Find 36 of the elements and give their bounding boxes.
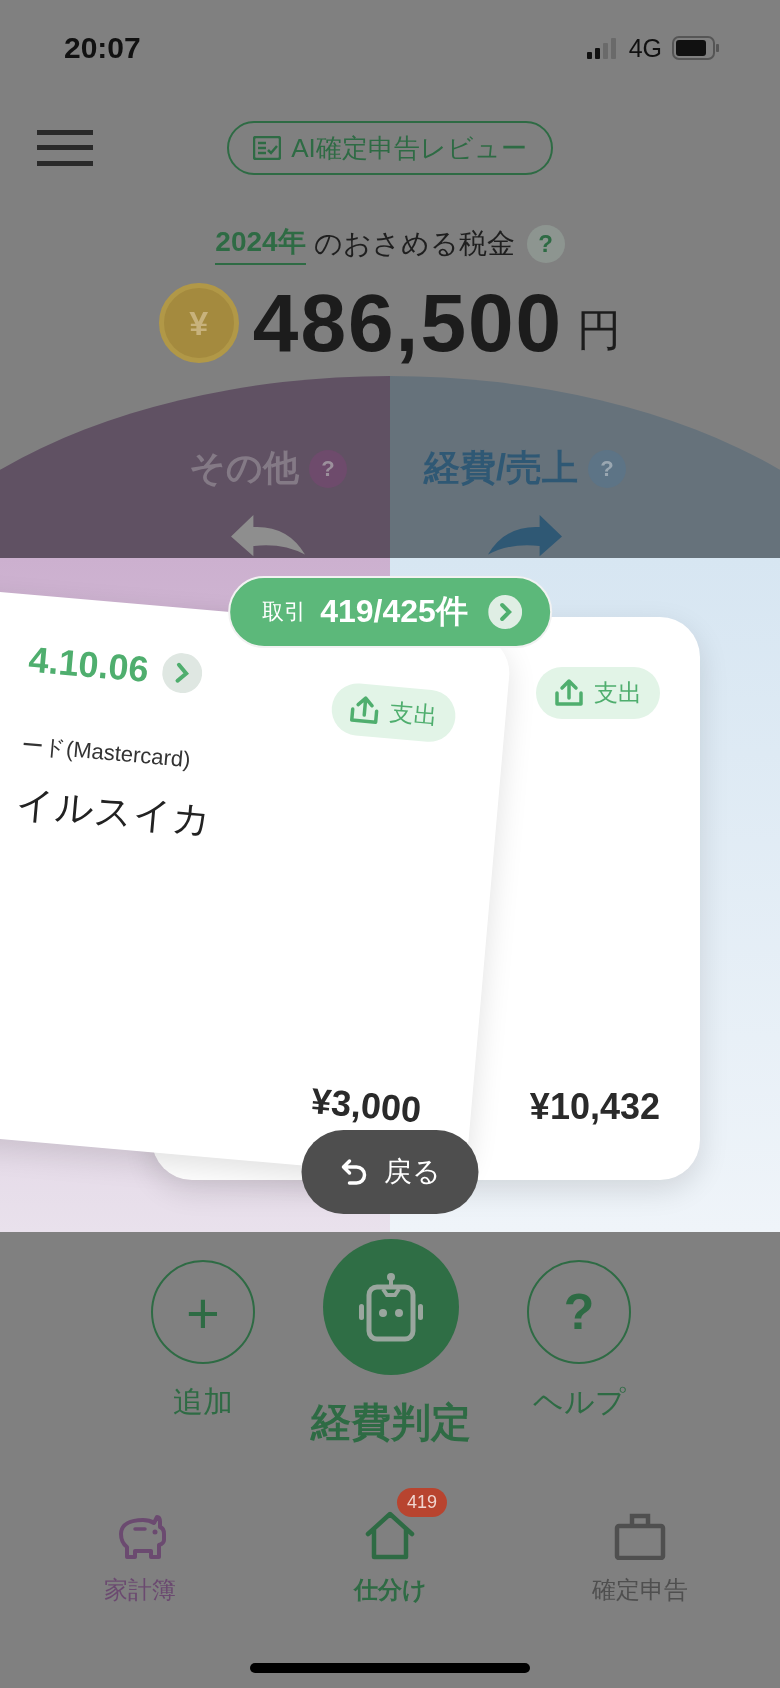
ai-review-button[interactable]: AI確定申告レビュー bbox=[227, 121, 553, 175]
expense-tag: 支出 bbox=[329, 681, 458, 744]
card-date: 4.10.06 bbox=[26, 638, 151, 692]
tab[interactable]: 419 仕分け bbox=[265, 1480, 515, 1606]
expense-tag: 支出 bbox=[536, 667, 660, 719]
chevron-right-icon bbox=[487, 595, 522, 629]
card-amount: ¥10,432 bbox=[529, 1086, 660, 1128]
card-account: ード(Mastercard) bbox=[20, 731, 193, 775]
year-selector[interactable]: 2024年 bbox=[215, 223, 306, 265]
network-label: 4G bbox=[628, 33, 662, 63]
add-button[interactable]: + bbox=[151, 1260, 255, 1364]
checklist-icon bbox=[253, 136, 282, 160]
robot-icon bbox=[356, 1272, 426, 1342]
house-icon bbox=[365, 1510, 415, 1560]
upload-icon bbox=[348, 693, 381, 727]
tax-amount: 486,500 bbox=[252, 276, 564, 370]
action-label: 追加 bbox=[173, 1384, 233, 1420]
help-badge[interactable]: ? bbox=[526, 225, 565, 263]
chevron-right-icon[interactable] bbox=[160, 651, 204, 695]
transaction-count-toast[interactable]: 取引 419/425件 bbox=[228, 576, 552, 648]
count-badge: 419 bbox=[397, 1488, 448, 1517]
menu-icon[interactable] bbox=[37, 130, 93, 166]
battery-icon bbox=[672, 36, 720, 60]
currency-unit: 円 bbox=[577, 304, 622, 356]
tax-label: のおさめる税金 bbox=[313, 227, 515, 261]
action-label: 経費判定 bbox=[311, 1399, 471, 1446]
card-amount: ¥3,000 bbox=[309, 1080, 423, 1132]
help-button[interactable]: ? bbox=[527, 1260, 631, 1364]
action-label: ヘルプ bbox=[532, 1384, 626, 1420]
upload-icon bbox=[554, 678, 584, 708]
undo-toast[interactable]: 戻る bbox=[301, 1130, 479, 1214]
signal-icon bbox=[586, 37, 619, 59]
briefcase-icon bbox=[614, 1512, 666, 1560]
card-description: イルスイカ bbox=[13, 781, 214, 844]
coin-icon: ¥ bbox=[158, 283, 239, 363]
status-time: 20:07 bbox=[64, 31, 141, 65]
